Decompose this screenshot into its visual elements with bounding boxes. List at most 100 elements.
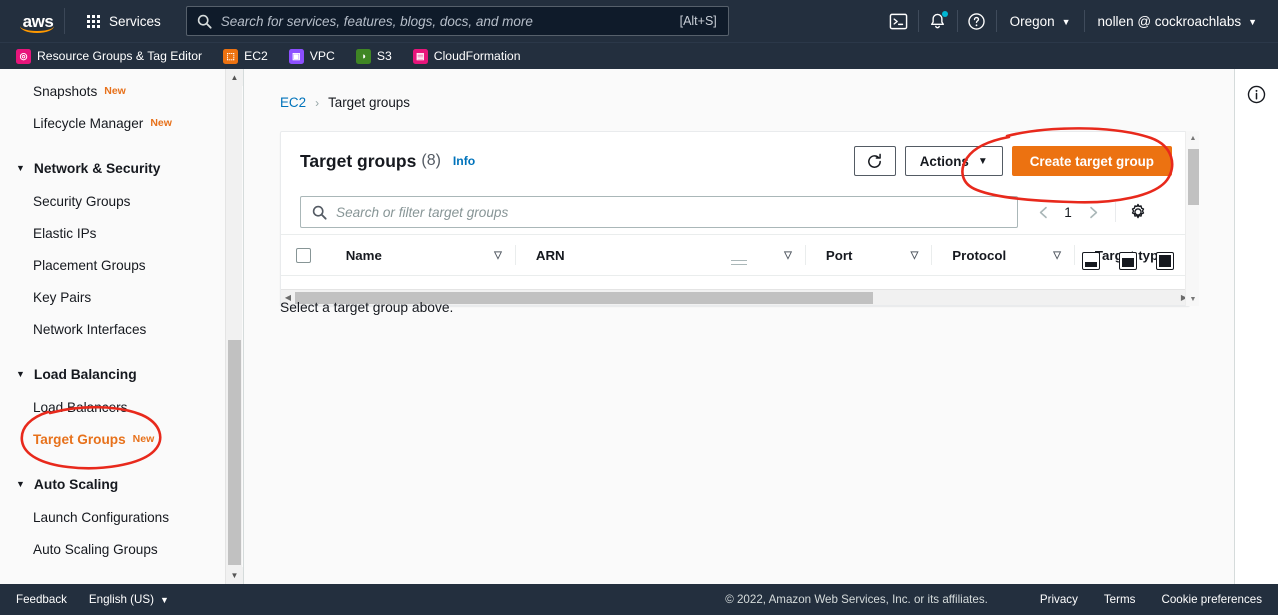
favorite-link-label: VPC xyxy=(309,49,335,63)
sidebar-group-load-balancing[interactable]: ▼ Load Balancing xyxy=(0,357,224,391)
split-panel-drag-handle-icon[interactable] xyxy=(731,259,747,267)
sidebar-item-new-badge: New xyxy=(132,433,155,445)
sidebar-item-new-badge: New xyxy=(150,117,172,129)
cloudshell-icon[interactable] xyxy=(880,0,918,42)
sidebar-scroll-up-arrow[interactable]: ▲ xyxy=(226,69,243,86)
search-icon xyxy=(312,205,327,220)
sidebar-item-placement-groups[interactable]: Placement Groups xyxy=(0,249,224,281)
actions-label: Actions xyxy=(919,153,969,169)
footer-right-group: © 2022, Amazon Web Services, Inc. or its… xyxy=(725,593,1262,606)
refresh-button[interactable] xyxy=(853,146,896,176)
sidebar-item-elastic-ips[interactable]: Elastic IPs xyxy=(0,217,224,249)
actions-dropdown-button[interactable]: Actions ▼ xyxy=(904,146,1003,176)
create-target-group-label: Create target group xyxy=(1029,153,1154,169)
sidebar-group-network-security[interactable]: ▼ Network & Security xyxy=(0,151,224,185)
global-nav-right: Oregon ▼ nollen @ cockroachlabs ▼ xyxy=(880,0,1278,42)
split-panel-medium-icon[interactable] xyxy=(1119,252,1137,270)
info-circle-icon[interactable] xyxy=(1246,84,1268,106)
favorites-bar: ◎ Resource Groups & Tag Editor ⬚ EC2 ▣ VPC ◑ S3… xyxy=(0,42,1278,69)
region-selector[interactable]: Oregon ▼ xyxy=(997,0,1084,42)
chevron-down-icon: ▼ xyxy=(16,368,25,379)
footer-cookie-preferences-link[interactable]: Cookie preferences xyxy=(1161,593,1262,606)
sidebar-group-auto-scaling[interactable]: ▼ Auto Scaling xyxy=(0,467,224,501)
favorite-link-vpc[interactable]: ▣ VPC xyxy=(287,45,337,67)
create-target-group-button[interactable]: Create target group xyxy=(1011,146,1172,176)
chevron-down-icon: ▼ xyxy=(1248,16,1257,27)
split-panel-empty-message: Select a target group above. xyxy=(280,300,454,315)
footer-copyright: © 2022, Amazon Web Services, Inc. or its… xyxy=(725,593,988,606)
sidebar-item-label: Auto Scaling Groups xyxy=(33,541,158,557)
panel-header: Target groups (8) Info Actions ▼ Create … xyxy=(281,132,1189,190)
footer-feedback-link[interactable]: Feedback xyxy=(16,593,67,606)
sidebar-item-key-pairs[interactable]: Key Pairs xyxy=(0,281,224,313)
sidebar-item-snapshots[interactable]: Snapshots New xyxy=(0,75,224,107)
services-menu-button[interactable]: Services xyxy=(79,6,172,36)
grid-menu-icon xyxy=(87,14,100,28)
sidebar-item-label: Lifecycle Manager xyxy=(33,115,144,131)
page-title: Target groups xyxy=(300,150,417,171)
favorite-link-ec2[interactable]: ⬚ EC2 xyxy=(221,45,270,67)
footer-terms-link[interactable]: Terms xyxy=(1104,593,1136,606)
chevron-down-icon: ▼ xyxy=(1061,16,1071,27)
pagination-prev-button[interactable] xyxy=(1028,197,1058,227)
panel-header-actions: Actions ▼ Create target group xyxy=(853,146,1172,176)
split-panel-bottom-icon[interactable] xyxy=(1082,252,1100,270)
sidebar-item-target-groups[interactable]: Target Groups New xyxy=(0,423,224,455)
global-search-input[interactable]: Search for services, features, blogs, do… xyxy=(185,6,729,36)
notification-badge-dot xyxy=(941,11,948,17)
breadcrumb-item-ec2[interactable]: EC2 xyxy=(280,95,306,110)
table-settings-gear-icon[interactable] xyxy=(1123,197,1153,227)
aws-logo[interactable]: aws xyxy=(14,6,62,36)
sidebar-item-label: Launch Configurations xyxy=(33,509,170,525)
sidebar-item-lifecycle-manager[interactable]: Lifecycle Manager New xyxy=(0,107,224,139)
sidebar-item-auto-scaling-groups[interactable]: Auto Scaling Groups xyxy=(0,533,224,565)
pagination-page-1[interactable]: 1 xyxy=(1058,205,1078,220)
favorite-link-resource-groups-tag-editor[interactable]: ◎ Resource Groups & Tag Editor xyxy=(14,45,204,67)
sidebar-scroll-thumb[interactable] xyxy=(228,340,241,565)
pagination-next-button[interactable] xyxy=(1078,197,1108,227)
favorite-link-s3[interactable]: ◑ S3 xyxy=(354,45,394,67)
sidebar-item-security-groups[interactable]: Security Groups xyxy=(0,185,224,217)
sidebar-group-label: Auto Scaling xyxy=(33,476,119,492)
sidebar-item-label: Key Pairs xyxy=(33,289,92,305)
sidebar-item-launch-configurations[interactable]: Launch Configurations xyxy=(0,501,224,533)
target-groups-count: (8) xyxy=(421,152,441,169)
table-scroll-thumb[interactable] xyxy=(1188,149,1199,205)
sidebar-item-label: Network Interfaces xyxy=(33,321,147,337)
service-icon: ▣ xyxy=(288,48,304,64)
notifications-bell-icon[interactable] xyxy=(919,0,957,42)
info-link[interactable]: Info xyxy=(453,154,475,168)
help-question-icon[interactable] xyxy=(958,0,996,42)
footer-language-selector[interactable]: English (US) ▼ xyxy=(89,593,169,606)
favorite-link-label: Resource Groups & Tag Editor xyxy=(37,49,203,63)
table-scroll-up-arrow[interactable]: ▲ xyxy=(1186,131,1200,145)
chevron-down-icon: ▼ xyxy=(16,478,25,489)
refresh-icon xyxy=(868,153,882,168)
search-input[interactable]: Search or filter target groups xyxy=(300,196,1018,228)
search-placeholder: Search or filter target groups xyxy=(336,204,509,220)
sidebar-item-label: Snapshots xyxy=(33,83,98,99)
split-panel-full-icon[interactable] xyxy=(1156,252,1174,270)
sidebar-item-label: Target Groups xyxy=(33,431,126,447)
sidebar-scroll-down-arrow[interactable]: ▼ xyxy=(226,567,243,584)
aws-logo-smile xyxy=(20,26,54,33)
footer-privacy-link[interactable]: Privacy xyxy=(1040,593,1078,606)
page-footer: Feedback English (US) ▼ © 2022, Amazon W… xyxy=(0,584,1278,615)
global-search-shortcut: [Alt+S] xyxy=(679,14,717,28)
services-label: Services xyxy=(109,13,161,29)
service-icon: ⬚ xyxy=(223,48,239,64)
service-icon: ▤ xyxy=(412,48,428,64)
sidebar-scrollbar[interactable]: ▲ ▼ xyxy=(225,69,243,584)
sidebar-item-network-interfaces[interactable]: Network Interfaces xyxy=(0,313,224,345)
sidebar-group-label: Network & Security xyxy=(33,160,161,176)
sidebar-item-new-badge: New xyxy=(104,85,126,97)
sidebar-item-load-balancers[interactable]: Load Balancers xyxy=(0,391,224,423)
sidebar-item-label: Load Balancers xyxy=(33,399,128,415)
favorite-link-cloudformation[interactable]: ▤ CloudFormation xyxy=(411,45,523,67)
nav-divider xyxy=(64,8,65,34)
account-menu[interactable]: nollen @ cockroachlabs ▼ xyxy=(1085,0,1270,42)
service-icon: ◎ xyxy=(16,48,31,64)
table-scroll-down-arrow[interactable]: ▼ xyxy=(1186,292,1200,306)
chevron-down-icon: ▼ xyxy=(16,162,25,173)
